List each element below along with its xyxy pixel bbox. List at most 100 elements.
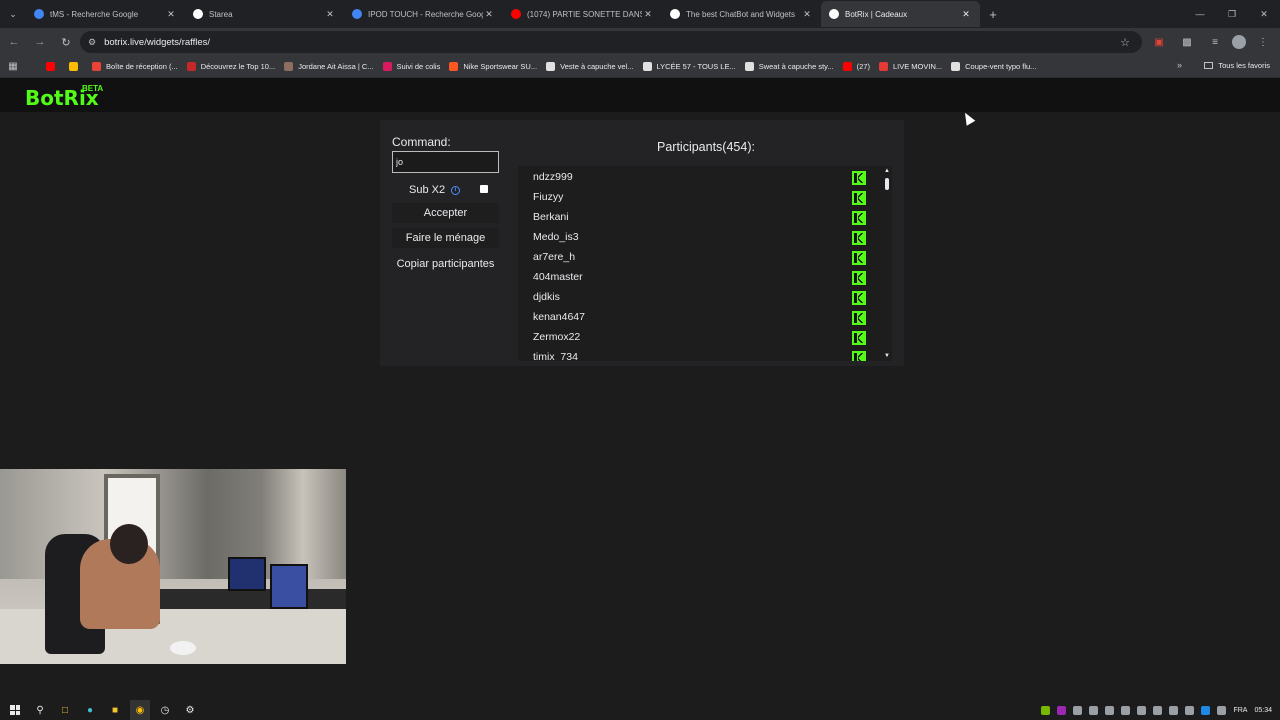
bookmark-label: Veste à capuche vel... (560, 62, 634, 71)
bookmark-item[interactable] (69, 62, 83, 71)
tab-close-icon[interactable]: ✕ (324, 9, 336, 20)
minimize-icon[interactable]: — (1184, 0, 1216, 28)
kick-platform-icon (852, 351, 866, 361)
menu-kebab-icon[interactable]: ⋮ (1252, 31, 1274, 53)
bookmark-item[interactable]: Suivi de colis (382, 62, 440, 71)
webcam-monitor (270, 564, 308, 609)
media-controls-icon[interactable]: ≡ (1204, 31, 1226, 53)
live-icon (878, 62, 888, 71)
forward-icon[interactable]: → (28, 30, 52, 54)
kick-platform-icon (852, 311, 866, 325)
kick-platform-icon (852, 171, 866, 185)
tab-strip: ⌄ tMS - Recherche Google ✕ Starea ✕ IPOD TOU… (0, 0, 1280, 28)
tray-app-icon[interactable] (1057, 705, 1067, 715)
back-icon[interactable]: ← (2, 30, 26, 54)
tray-app-icon[interactable] (1137, 705, 1147, 715)
bluetooth-icon[interactable] (1201, 705, 1211, 715)
info-icon[interactable]: i (451, 185, 461, 195)
bookmark-item[interactable]: Jordane Ait Aissa | C... (284, 62, 374, 71)
browser-tab[interactable]: IPOD TOUCH - Recherche Google ✕ (344, 1, 503, 27)
bookmark-label: Sweat à capuche sty... (758, 62, 834, 71)
tray-app-icon[interactable] (1153, 705, 1163, 715)
tray-app-icon[interactable] (1089, 705, 1099, 715)
clock-time[interactable]: 05:34 (1254, 707, 1272, 714)
sub-x2-checkbox[interactable] (480, 185, 488, 193)
copy-participants-button[interactable]: Copiar participantes (392, 254, 499, 274)
task-view-icon[interactable]: □ (55, 700, 75, 720)
url-text: botrix.live/widgets/raffles/ (104, 36, 211, 48)
browser-tab[interactable]: Starea ✕ (185, 1, 344, 27)
tab-close-icon[interactable]: ✕ (165, 9, 177, 20)
participant-name: Zermox22 (533, 331, 581, 343)
restore-icon[interactable]: ❐ (1216, 0, 1248, 28)
bookmark-item[interactable]: Boîte de réception (... (92, 62, 178, 71)
bookmark-item[interactable]: LYCÉE 57 - TOUS LE... (642, 62, 736, 71)
tray-app-icon[interactable] (1105, 705, 1115, 715)
browser-tab[interactable]: BotRix | Cadeaux ✕ (821, 1, 980, 27)
language-indicator[interactable]: FRA (1233, 707, 1247, 714)
new-tab-button[interactable]: + (980, 7, 1006, 22)
bookmark-label: Jordane Ait Aissa | C... (298, 62, 374, 71)
edge-icon[interactable]: ● (80, 700, 100, 720)
tray-app-icon[interactable] (1217, 705, 1227, 715)
browser-tab[interactable]: The best ChatBot and Widgets ✕ (662, 1, 821, 27)
participant-name: ndzz999 (533, 171, 573, 183)
close-icon[interactable]: ✕ (1248, 0, 1280, 28)
browser-tab[interactable]: (1074) PARTIE SONETTE DANS L ✕ (503, 1, 662, 27)
tray-app-icon[interactable] (1073, 705, 1083, 715)
address-bar[interactable]: ⚙ botrix.live/widgets/raffles/ ☆ (80, 31, 1142, 53)
bookmark-label: Boîte de réception (... (106, 62, 178, 71)
more-bookmarks-icon[interactable]: » (1177, 60, 1182, 70)
bookmark-star-icon[interactable]: ☆ (1120, 36, 1130, 49)
apps-grid-icon[interactable]: ▦ (0, 61, 26, 72)
accept-button[interactable]: Accepter (392, 203, 499, 223)
reload-icon[interactable]: ↻ (54, 30, 78, 54)
bookmark-label: LYCÉE 57 - TOUS LE... (656, 62, 736, 71)
bookmark-list: Boîte de réception (... Découvrez le Top … (46, 62, 1045, 71)
all-bookmarks-folder[interactable]: Tous les favoris (1204, 61, 1270, 70)
start-icon[interactable] (5, 700, 25, 720)
tab-close-icon[interactable]: ✕ (960, 9, 972, 20)
tab-close-icon[interactable]: ✕ (801, 9, 813, 20)
bookmark-item[interactable]: Veste à capuche vel... (546, 62, 634, 71)
tab-search-button[interactable]: ⌄ (0, 1, 26, 27)
scrollbar[interactable]: ▲ ▼ (882, 166, 892, 361)
participant-name: timix_734 (533, 351, 578, 361)
bookmark-item[interactable]: Sweat à capuche sty... (744, 62, 834, 71)
profile-avatar[interactable] (1232, 35, 1246, 49)
webcam-desk (150, 589, 346, 609)
bookmark-item[interactable] (46, 62, 60, 71)
bookmark-item[interactable]: LIVE MOVIN... (878, 62, 942, 71)
network-icon[interactable] (1169, 705, 1179, 715)
participants-list[interactable]: ▲ ▼ ndzz999 Fiuzyy Berkani Medo_is3 ar7ere_h… (518, 166, 892, 361)
clean-button[interactable]: Faire le ménage (392, 228, 499, 248)
scroll-thumb[interactable] (885, 178, 889, 190)
bookmark-item[interactable]: Nike Sportswear SU... (449, 62, 537, 71)
webcam-curtain (260, 469, 346, 579)
site-info-icon[interactable]: ⚙ (88, 37, 96, 48)
bookmark-item[interactable]: (27) (842, 62, 870, 71)
bookmark-item[interactable]: Coupe-vent typo flu... (951, 62, 1036, 71)
volume-icon[interactable] (1185, 705, 1195, 715)
tab-close-icon[interactable]: ✕ (642, 9, 654, 20)
chrome-icon[interactable]: ◉ (130, 700, 150, 720)
file-explorer-icon[interactable]: ■ (105, 700, 125, 720)
bookmark-label: (27) (856, 62, 870, 71)
clock-app-icon[interactable]: ◷ (155, 700, 175, 720)
tab-close-icon[interactable]: ✕ (483, 9, 495, 20)
youtube-icon (842, 62, 852, 71)
microphone-icon[interactable] (1121, 705, 1131, 715)
participant-name: Medo_is3 (533, 231, 579, 243)
search-icon[interactable]: ⚲ (30, 700, 50, 720)
extension-icon[interactable]: ▣ (1148, 31, 1170, 53)
scroll-up-icon[interactable]: ▲ (884, 168, 890, 174)
bookmark-item[interactable]: Découvrez le Top 10... (186, 62, 275, 71)
extensions-puzzle-icon[interactable]: ▩ (1176, 31, 1198, 53)
command-input[interactable] (392, 151, 499, 173)
nvidia-icon[interactable] (1041, 705, 1051, 715)
bookmark-label: Nike Sportswear SU... (463, 62, 538, 71)
settings-icon[interactable]: ⚙ (180, 700, 200, 720)
command-label: Command: (392, 135, 451, 149)
scroll-down-icon[interactable]: ▼ (884, 353, 890, 359)
browser-tab[interactable]: tMS - Recherche Google ✕ (26, 1, 185, 27)
